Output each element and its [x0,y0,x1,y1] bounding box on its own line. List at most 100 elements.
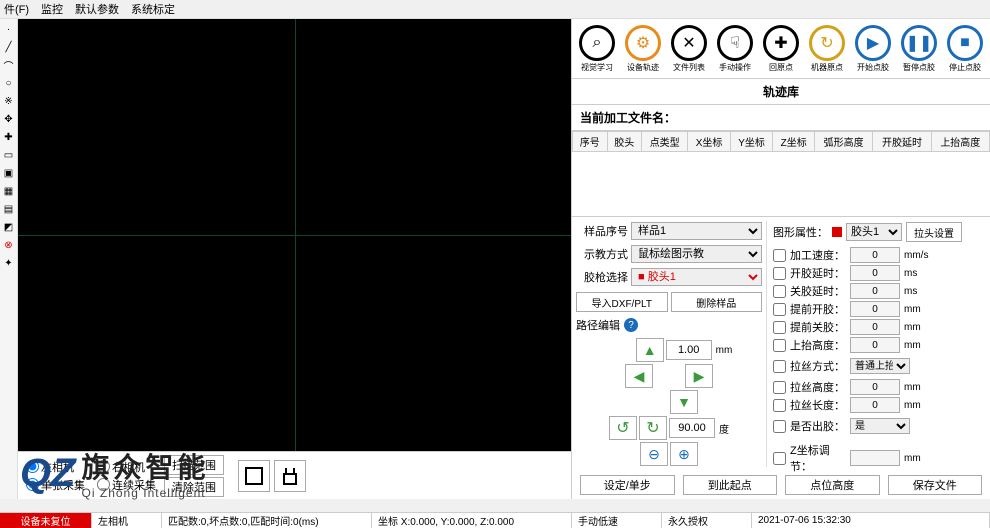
param-check[interactable] [773,339,786,352]
search-icon[interactable]: ⌕视觉学习 [574,21,620,77]
teach-mode-label: 示教方式 [576,246,628,262]
status-time: 2021-07-06 15:32:30 [752,513,990,528]
camera-left-radio[interactable]: 左相机 [26,459,85,475]
glue-sel-label: 胶枪选择 [576,269,628,285]
glue-sel-select[interactable]: ■ 胶头1 [631,268,762,286]
import-dxf-button[interactable]: 导入DXF/PLT [576,292,668,312]
shape-tool-icon[interactable] [274,460,306,492]
param-check[interactable] [773,399,786,412]
param-input[interactable] [850,379,900,395]
arrow-right-button[interactable]: ▶ [685,364,713,388]
param-check[interactable] [773,303,786,316]
param-check[interactable] [773,249,786,262]
menu-file[interactable]: 件(F) [4,1,29,17]
col-header: 开胶延时 [873,132,931,152]
menu-system[interactable]: 系统标定 [131,1,175,17]
menu-monitor[interactable]: 监控 [41,1,63,17]
center-icon[interactable]: ✚回原点 [758,21,804,77]
clear-range-button[interactable]: 清除范围 [164,477,224,497]
left-toolbar: · ╱ ⌒ ○ ※ ✥ ✚ ▭ ▣ ▦ ▤ ◩ ⊗ ✦ [0,19,18,499]
param-input[interactable] [850,397,900,413]
manual-icon[interactable]: ☟手动操作 [712,21,758,77]
tools-icon[interactable]: ✕文件列表 [666,21,712,77]
tool-rect-icon[interactable]: ▭ [0,147,17,163]
tool-diag-icon[interactable]: ◩ [0,219,17,235]
status-coords: 坐标 X:0.000, Y:0.000, Z:0.000 [372,513,572,528]
point-height-button[interactable]: 点位高度 [785,475,880,495]
capture-cont-radio[interactable]: 连续采集 [97,477,156,493]
sample-no-select[interactable]: 样品1 [631,222,762,240]
drawing-canvas[interactable] [18,19,571,451]
z-adjust-check[interactable] [773,452,786,465]
param-input[interactable] [850,337,900,353]
tool-grid-icon[interactable]: ▦ [0,183,17,199]
tool-rect2-icon[interactable]: ▣ [0,165,17,181]
save-file-button[interactable]: 保存文件 [888,475,983,495]
tool-dot-icon[interactable]: · [0,21,17,37]
switch-settings-button[interactable]: 拉头设置 [906,222,962,242]
col-header: 序号 [573,132,608,152]
status-camera: 左相机 [92,513,162,528]
status-bar: 设备未复位 左相机 匹配数:0,坏点数:0,匹配时间:0(ms) 坐标 X:0.… [0,512,990,528]
step-input[interactable] [666,340,712,360]
param-check[interactable] [773,381,786,394]
arrow-pad: ▲ mm ◀ ▶ ▼ ↺ ↻ 度 [576,338,762,466]
data-table[interactable]: 序号胶头点类型X坐标Y坐标Z坐标弧形高度开胶延时上抬高度 [572,131,990,217]
param-check[interactable] [773,267,786,280]
col-header: 胶头 [607,132,642,152]
arrow-down-button[interactable]: ▼ [670,390,698,414]
scan-range-button[interactable]: 扫描范围 [164,455,224,475]
trajectory-lib-title: 轨迹库 [572,79,990,105]
col-header: 点类型 [642,132,688,152]
param-input[interactable] [850,301,900,317]
stop-icon[interactable]: ■停止点胶 [942,21,988,77]
status-speed: 手动低速 [572,513,662,528]
menu-bar: 件(F) 监控 默认参数 系统标定 [0,0,990,19]
arrow-left-button[interactable]: ◀ [625,364,653,388]
play-icon[interactable]: ▶开始点胶 [850,21,896,77]
zoom-in-button[interactable]: ⊕ [670,442,698,466]
zoom-out-button[interactable]: ⊖ [640,442,668,466]
origin-icon[interactable]: ↻机器原点 [804,21,850,77]
tool-star-icon[interactable]: ✦ [0,255,17,271]
tool-sel-icon[interactable]: ▤ [0,201,17,217]
param-input[interactable] [850,283,900,299]
set-step-button[interactable]: 设定/单步 [580,475,675,495]
capture-single-radio[interactable]: 单张采集 [26,477,85,493]
rotate-ccw-button[interactable]: ↺ [609,416,637,440]
col-header: 弧形高度 [815,132,873,152]
main-toolbar: ⌕视觉学习⚙设备轨迹✕文件列表☟手动操作✚回原点↻机器原点▶开始点胶❚❚暂停点胶… [572,19,990,79]
settings-icon[interactable]: ⚙设备轨迹 [620,21,666,77]
rect-shape-icon[interactable] [238,460,270,492]
rotate-cw-button[interactable]: ↻ [639,416,667,440]
tool-cross-icon[interactable]: ✥ [0,111,17,127]
pause-icon[interactable]: ❚❚暂停点胶 [896,21,942,77]
tool-del-icon[interactable]: ⊗ [0,237,17,253]
col-header: Z坐标 [773,132,815,152]
angle-input[interactable] [669,418,715,438]
param-check[interactable] [773,321,786,334]
goto-start-button[interactable]: 到此起点 [683,475,778,495]
param-input[interactable] [850,247,900,263]
help-icon[interactable]: ? [624,318,638,332]
wire-mode-check[interactable] [773,360,786,373]
path-edit-label: 路径编辑 [576,317,620,333]
param-input[interactable] [850,319,900,335]
arrow-up-button[interactable]: ▲ [636,338,664,362]
param-check[interactable] [773,285,786,298]
camera-right-radio[interactable]: 右相机 [97,459,156,475]
glue-head-select[interactable]: 胶头1 [846,223,902,241]
delete-sample-button[interactable]: 删除样品 [671,292,763,312]
teach-mode-select[interactable]: 鼠标绘图示教 [631,245,762,263]
glue-out-select[interactable]: 是 [850,418,910,434]
menu-defaults[interactable]: 默认参数 [75,1,119,17]
wire-mode-select[interactable]: 普通上抬 [850,358,910,374]
z-adjust-input[interactable] [850,450,900,466]
param-input[interactable] [850,265,900,281]
tool-circle-icon[interactable]: ○ [0,75,17,91]
tool-line-icon[interactable]: ╱ [0,39,17,55]
tool-arc-icon[interactable]: ⌒ [0,57,17,73]
tool-plus-icon[interactable]: ✚ [0,129,17,145]
glue-out-check[interactable] [773,420,786,433]
tool-bolt-icon[interactable]: ※ [0,93,17,109]
